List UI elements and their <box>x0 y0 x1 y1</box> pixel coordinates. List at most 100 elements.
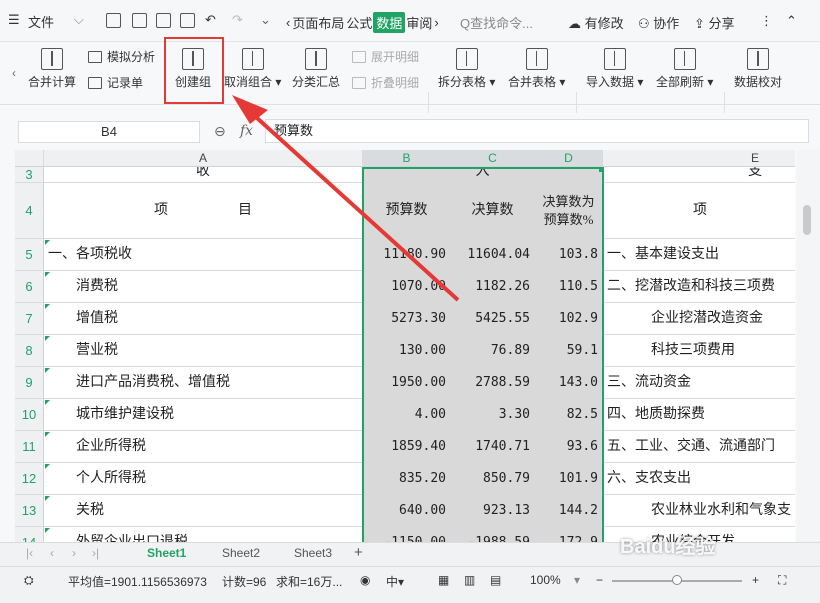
row-header[interactable]: 5 <box>15 239 44 271</box>
cell-b[interactable]: 835.20 <box>363 463 451 495</box>
cell-d[interactable]: 93.6 <box>535 431 603 463</box>
undo-icon[interactable]: ↶ <box>205 12 216 28</box>
tab-scroll-right-icon[interactable]: › <box>433 15 439 30</box>
ungroup-button[interactable]: 取消组合 ▾ <box>224 48 281 90</box>
cell-b[interactable]: 11180.90 <box>363 239 451 271</box>
zoom-in-icon[interactable]: + <box>752 573 759 587</box>
cell-e[interactable]: 二、挖潜改造和科技三项费 <box>603 271 795 303</box>
zoom-slider-thumb[interactable] <box>672 575 682 585</box>
cell-e[interactable]: 六、支农支出 <box>603 463 795 495</box>
page-break-icon[interactable]: ▤ <box>490 573 501 587</box>
cell-a[interactable]: 城市维护建设税 <box>44 399 363 431</box>
import-data-button[interactable]: 导入数据 ▾ <box>586 48 643 90</box>
formula-input[interactable]: 预算数 <box>265 119 809 143</box>
cell-c[interactable]: 1182.26 <box>451 271 535 303</box>
column-header-c[interactable]: C <box>451 150 535 167</box>
cell-c[interactable]: 76.89 <box>451 335 535 367</box>
first-sheet-icon[interactable]: |‹ <box>26 546 33 560</box>
last-sheet-icon[interactable]: ›| <box>92 546 99 560</box>
zoom-out-icon[interactable]: − <box>596 573 603 587</box>
cell-d[interactable]: 82.5 <box>535 399 603 431</box>
modified-status[interactable]: ☁ 有修改 <box>568 13 624 32</box>
input-method-icon[interactable]: 中▾ <box>386 573 404 590</box>
subtotal-button[interactable]: 分类汇总 <box>292 48 340 90</box>
sheet-tab-3[interactable]: Sheet3 <box>294 546 332 560</box>
cell-b[interactable]: 1950.00 <box>363 367 451 399</box>
cell-b[interactable]: 5273.30 <box>363 303 451 335</box>
collab-button[interactable]: ⚇ 协作 <box>638 13 679 32</box>
zoom-formula-icon[interactable]: ⊖ <box>214 123 226 140</box>
row-header[interactable]: 14 <box>15 527 44 542</box>
fullscreen-icon[interactable]: ⛶ <box>778 573 786 588</box>
sheet-tab-2[interactable]: Sheet2 <box>222 546 260 560</box>
cell-a[interactable]: 进口产品消费税、增值税 <box>44 367 363 399</box>
cell-a[interactable]: 外贸企业出口退税 <box>44 527 363 542</box>
redo-icon[interactable]: ↷ <box>232 12 243 28</box>
cell-e[interactable]: 五、工业、交通、流通部门 <box>603 431 795 463</box>
print-preview-icon[interactable] <box>180 13 195 28</box>
cell-a[interactable]: 关税 <box>44 495 363 527</box>
page-layout-icon[interactable]: ▥ <box>464 573 475 587</box>
row-header[interactable]: 10 <box>15 399 44 431</box>
cell-c[interactable]: 2788.59 <box>451 367 535 399</box>
cell-a[interactable]: 营业税 <box>44 335 363 367</box>
hamburger-menu-icon[interactable]: ☰ <box>8 12 20 28</box>
cell-c[interactable]: 11604.04 <box>451 239 535 271</box>
cell-c[interactable]: 5425.55 <box>451 303 535 335</box>
cell-b4[interactable]: 预算数 <box>363 183 451 239</box>
cell-d[interactable]: 59.1 <box>535 335 603 367</box>
cell-a3[interactable]: 收 <box>44 167 363 183</box>
cell-a[interactable]: 个人所得税 <box>44 463 363 495</box>
cell-a[interactable]: 增值税 <box>44 303 363 335</box>
cell-d[interactable]: 144.2 <box>535 495 603 527</box>
tab-review[interactable]: 审阅 <box>405 13 433 32</box>
vertical-scrollbar[interactable] <box>797 150 820 542</box>
cell-d[interactable]: 101.9 <box>535 463 603 495</box>
cell-d[interactable]: 103.8 <box>535 239 603 271</box>
refresh-all-button[interactable]: 全部刷新 ▾ <box>656 48 713 90</box>
tab-data[interactable]: 数据 <box>373 11 406 33</box>
share-button[interactable]: ⇪ 分享 <box>694 13 735 32</box>
row-header[interactable]: 8 <box>15 335 44 367</box>
save-icon[interactable] <box>106 13 121 28</box>
cell-e[interactable]: 科技三项费用 <box>603 335 795 367</box>
merge-calc-button[interactable]: 合并计算 <box>28 48 76 90</box>
merge-table-button[interactable]: 合并表格 ▾ <box>508 48 565 90</box>
cell-a[interactable]: 消费税 <box>44 271 363 303</box>
normal-view-icon[interactable]: ▦ <box>438 573 449 587</box>
cell-b[interactable]: 1859.40 <box>363 431 451 463</box>
cell-c[interactable]: -1988.59 <box>451 527 535 542</box>
row-header-3[interactable]: 3 <box>15 167 44 183</box>
expand-detail-button[interactable]: 展开明细 <box>352 48 419 65</box>
cell-e[interactable]: 三、流动资金 <box>603 367 795 399</box>
select-all-corner[interactable] <box>15 150 44 167</box>
cell-e[interactable]: 农业林业水利和气象支 <box>603 495 795 527</box>
collapse-detail-button[interactable]: 折叠明细 <box>352 74 419 91</box>
cell-c[interactable]: 850.79 <box>451 463 535 495</box>
cell-d[interactable]: 172.9 <box>535 527 603 542</box>
zoom-level[interactable]: 100% <box>530 573 561 587</box>
cell-a4[interactable]: 项 目 <box>44 183 363 239</box>
cell-d4[interactable]: 决算数为 预算数% <box>535 183 603 239</box>
fill-handle[interactable] <box>599 167 604 172</box>
simulate-analysis-button[interactable]: 模拟分析 <box>88 48 155 65</box>
eye-protect-icon[interactable]: ◉ <box>360 573 370 587</box>
sheet-tab-1[interactable]: Sheet1 <box>147 546 186 560</box>
add-sheet-icon[interactable]: + <box>354 544 363 561</box>
tab-page-layout[interactable]: 页面布局 <box>291 13 345 32</box>
column-header-b[interactable]: B <box>363 150 451 167</box>
chevron-down-icon[interactable]: ⌵ <box>74 12 84 28</box>
collapse-ribbon-icon[interactable]: ⌃ <box>786 13 797 29</box>
cell-d[interactable]: 143.0 <box>535 367 603 399</box>
cell-d[interactable]: 110.5 <box>535 271 603 303</box>
cell-d[interactable]: 102.9 <box>535 303 603 335</box>
column-header-d[interactable]: D <box>535 150 603 167</box>
fx-icon[interactable]: fx <box>240 123 253 139</box>
column-header-e[interactable]: E <box>603 150 795 167</box>
cell-b[interactable]: 640.00 <box>363 495 451 527</box>
row-header[interactable]: 7 <box>15 303 44 335</box>
macro-icon[interactable]: ⛭ <box>24 573 34 588</box>
record-form-button[interactable]: 记录单 <box>88 74 143 91</box>
cell-e[interactable]: 四、地质勘探费 <box>603 399 795 431</box>
cell-c[interactable]: 1740.71 <box>451 431 535 463</box>
